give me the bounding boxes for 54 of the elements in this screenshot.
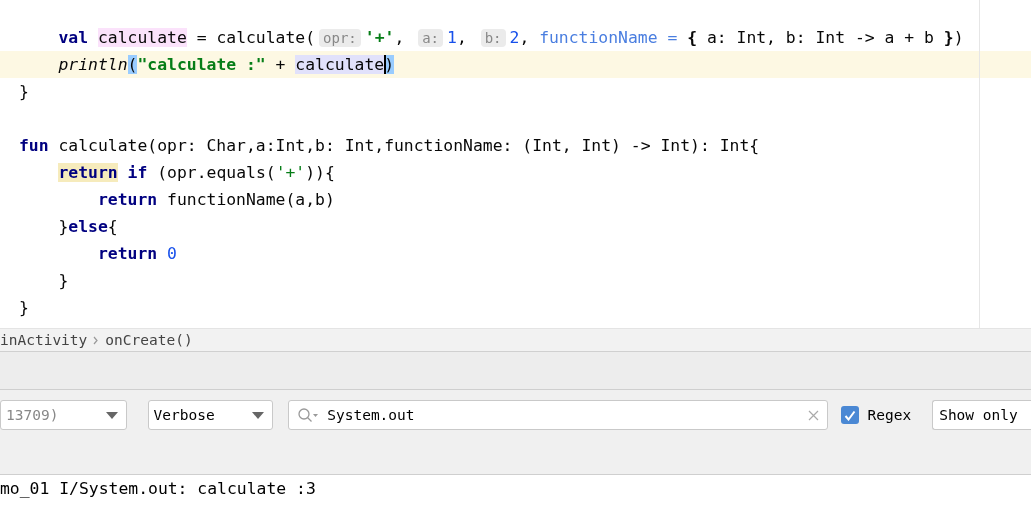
code-text: ,	[456, 28, 468, 47]
keyword: val	[58, 28, 89, 47]
breadcrumb-item[interactable]: inActivity	[0, 332, 88, 348]
brace: }	[943, 28, 954, 47]
code-text: }	[19, 298, 29, 317]
code-text: )){	[305, 163, 335, 182]
log-level-dropdown[interactable]: Verbose	[147, 400, 274, 430]
chevron-icon	[93, 335, 100, 345]
keyword: else	[68, 217, 108, 236]
dropdown-arrow-icon	[105, 411, 118, 419]
code-text: (opr.equals(	[157, 163, 276, 182]
checkbox-label[interactable]: Regex	[867, 407, 912, 423]
variable-name: calculate	[97, 28, 187, 47]
function-name: println	[58, 55, 128, 74]
code-text: {	[107, 217, 118, 236]
filter-dropdown[interactable]: Show only	[932, 400, 1031, 430]
search-field[interactable]: System.out	[288, 400, 828, 430]
brace: {	[687, 28, 698, 47]
search-icon	[297, 407, 320, 423]
parameter-hint: a:	[418, 29, 443, 47]
variable-name: calculate	[295, 55, 385, 74]
code-text: )	[953, 28, 964, 47]
dropdown-arrow-icon	[252, 411, 265, 419]
breadcrumb-item[interactable]: onCreate()	[105, 332, 193, 348]
string-literal: '+'	[364, 28, 395, 47]
parenthesis: (	[127, 55, 138, 74]
parameter-hint: opr:	[319, 29, 361, 47]
keyword: if	[127, 163, 148, 182]
code-text: }	[58, 217, 69, 236]
clear-icon[interactable]	[807, 409, 819, 421]
string-literal: '+'	[275, 163, 306, 182]
parameter-hint: b:	[480, 29, 506, 47]
keyword: return	[97, 190, 158, 209]
code-text: }	[19, 82, 29, 101]
code-text: calculate(opr: Char,a:Int,b: Int,functionName: (Int, Int) -> Int): Int{	[58, 136, 760, 155]
parenthesis: )	[384, 55, 395, 74]
keyword: fun	[19, 136, 49, 155]
log-line: mo_01 I/System.out: calculate :3	[0, 478, 317, 500]
regex-checkbox[interactable]	[840, 406, 859, 424]
number-literal: 1	[447, 28, 457, 47]
number-literal: 2	[509, 28, 520, 47]
code-text: +	[275, 55, 287, 74]
string-literal: "calculate :"	[137, 55, 266, 74]
code-text: a: Int, b: Int -> a + b	[706, 28, 935, 47]
code-text: }	[58, 271, 69, 290]
keyword: return	[58, 163, 118, 182]
code-text: ,	[519, 28, 531, 47]
code-text: = calculate(	[196, 28, 316, 47]
number-literal: 0	[167, 244, 177, 263]
code-text: ,	[394, 28, 406, 47]
code-text: functionName(a,b)	[167, 190, 335, 209]
keyword: return	[97, 244, 158, 263]
process-dropdown[interactable]: 13709)	[0, 400, 127, 430]
parameter-name: functionName =	[539, 28, 678, 47]
